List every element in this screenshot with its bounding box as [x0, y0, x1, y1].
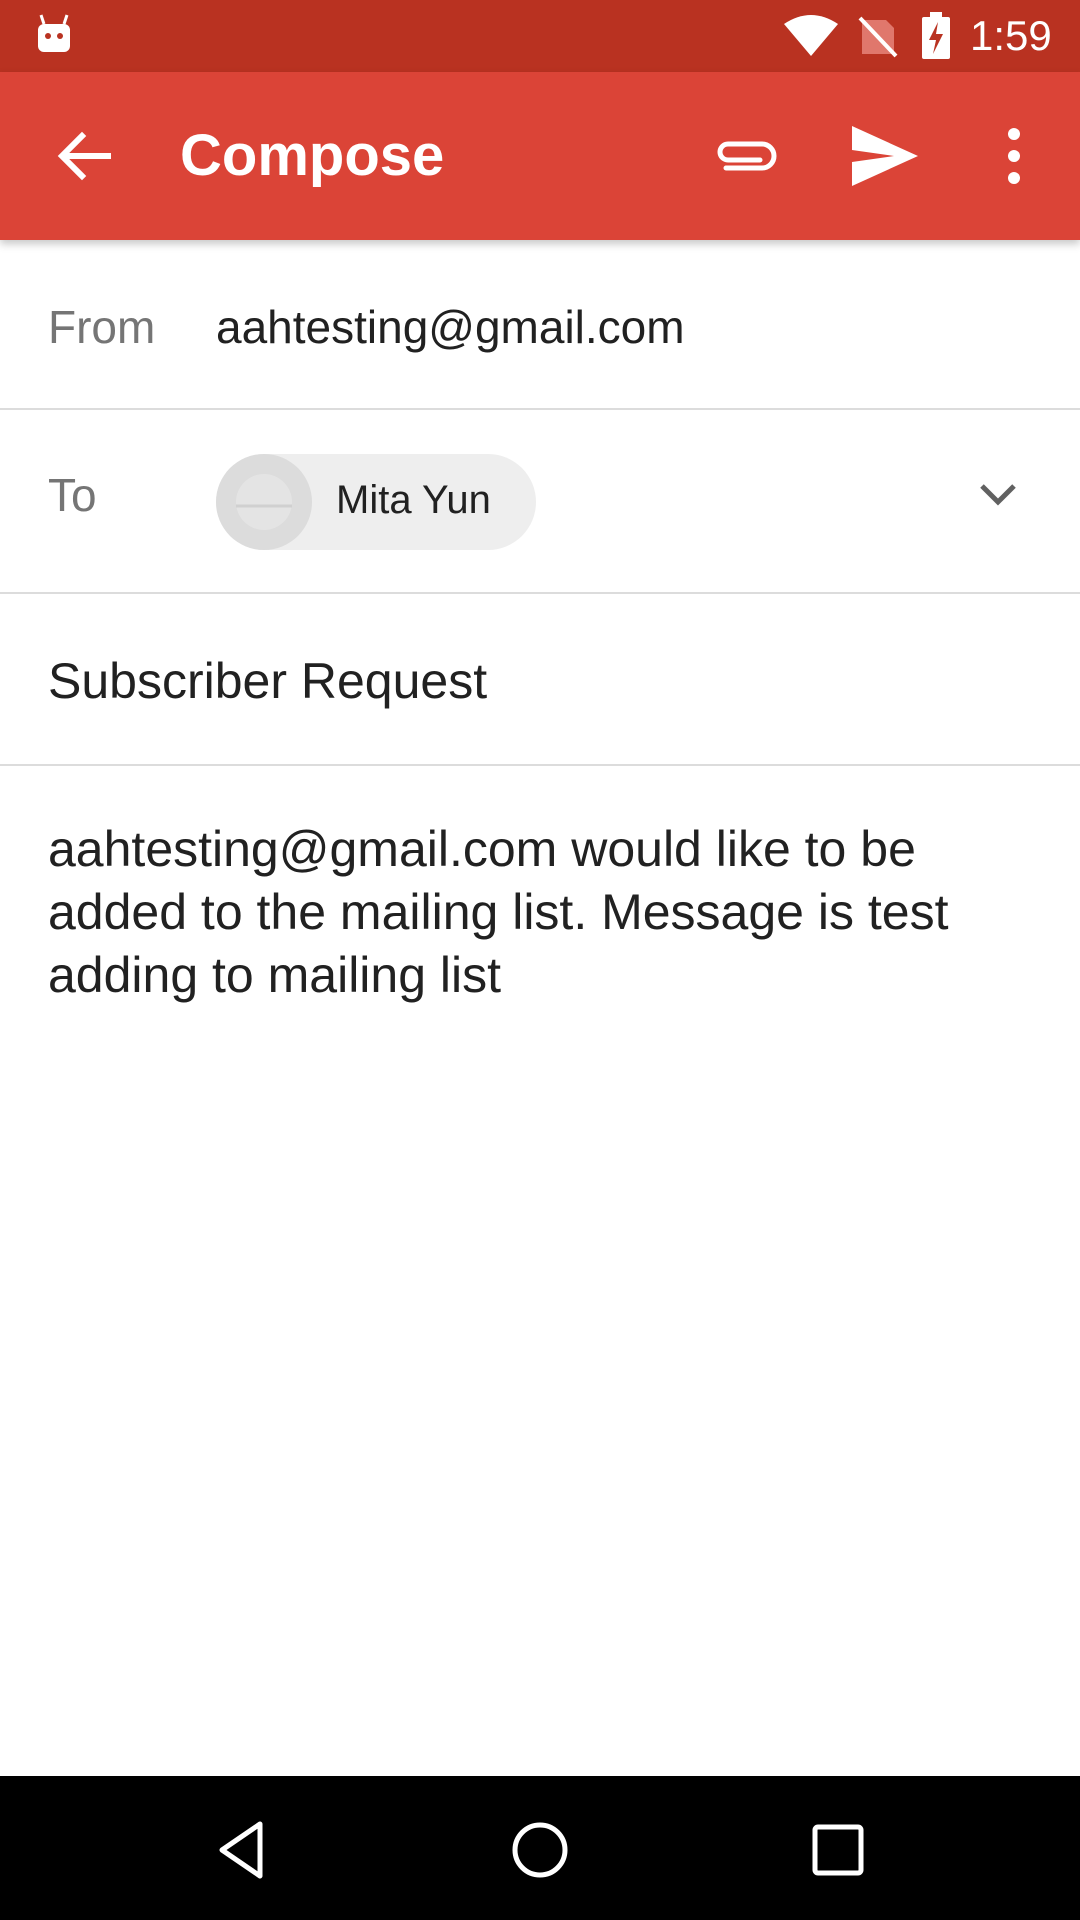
attach-icon[interactable]: [708, 124, 780, 188]
from-account[interactable]: aahtesting@gmail.com: [216, 300, 685, 354]
page-title: Compose: [180, 123, 445, 188]
message-body[interactable]: aahtesting@gmail.com would like to be ad…: [48, 818, 1048, 1007]
recipient-name: Mita Yun: [336, 478, 491, 522]
no-signal-icon: [858, 16, 898, 58]
wifi-icon: [784, 15, 838, 56]
send-icon[interactable]: [850, 122, 920, 190]
subject-row: Subscriber Request: [0, 594, 1080, 766]
status-bar: 1:59: [0, 0, 1080, 72]
android-icon: [38, 14, 70, 52]
status-time: 1:59: [970, 12, 1052, 59]
subject-field[interactable]: Subscriber Request: [48, 652, 487, 710]
back-arrow-icon[interactable]: [52, 124, 116, 188]
from-row: From aahtesting@gmail.com: [0, 240, 1080, 410]
contact-placeholder-icon: [236, 474, 292, 530]
avatar: [216, 454, 312, 550]
nav-back-icon[interactable]: [210, 1818, 274, 1882]
recipient-chip[interactable]: Mita Yun: [216, 454, 536, 550]
app-bar: Compose: [0, 72, 1080, 240]
battery-charging-icon: [922, 12, 950, 59]
chevron-down-icon[interactable]: [976, 474, 1020, 514]
nav-home-icon[interactable]: [508, 1818, 572, 1882]
navigation-bar: [0, 1776, 1080, 1920]
nav-recents-icon[interactable]: [806, 1818, 870, 1882]
to-row: To Mita Yun: [0, 410, 1080, 594]
from-label: From: [48, 301, 156, 353]
to-label: To: [48, 469, 97, 521]
more-vert-icon[interactable]: [992, 122, 1036, 190]
